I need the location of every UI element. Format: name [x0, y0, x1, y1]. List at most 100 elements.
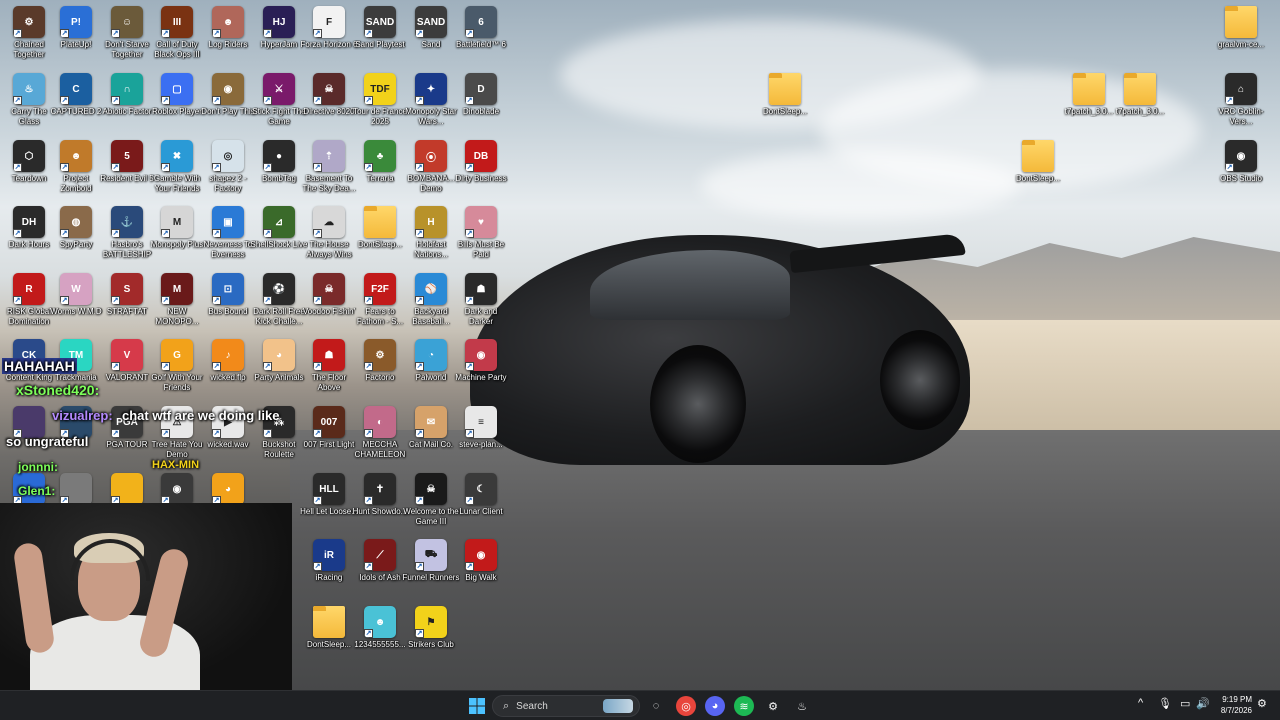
- steam-taskbar-button[interactable]: ♨: [792, 696, 812, 716]
- microphone-tray-button[interactable]: 🎙: [1158, 697, 1172, 710]
- desktop-icon[interactable]: TDF ↗ Tour de France 2025: [351, 73, 409, 139]
- desktop-icon[interactable]: DontSleep...: [300, 606, 358, 672]
- desktop-icon[interactable]: iR ↗ iRacing: [300, 539, 358, 605]
- desktop-icon[interactable]: ✖ ↗ Gamble With Your Friends: [148, 140, 206, 206]
- desktop-icon[interactable]: DontSleep...: [756, 73, 814, 139]
- chat-username: xStoned420:: [16, 382, 100, 398]
- desktop-icon[interactable]: ☻ ↗ 1234555555...: [351, 606, 409, 672]
- shortcut-arrow-icon: ↗: [13, 29, 22, 38]
- shortcut-arrow-icon: ↗: [263, 296, 272, 305]
- app-glyph-icon: ≡: [478, 416, 484, 428]
- start-button[interactable]: [467, 696, 487, 716]
- desktop-icon[interactable]: ☠ ↗ Directive 8020: [300, 73, 358, 139]
- desktop-icon[interactable]: ◎ ↗ shapez 2 - Factory: [199, 140, 257, 206]
- desktop-icon[interactable]: ☻ ↗ Project Zomboid: [47, 140, 105, 206]
- desktop-icon[interactable]: F2F ↗ Fears to Fathom - S...: [351, 273, 409, 339]
- desktop-icon-label: CAPTURED 2: [50, 107, 102, 116]
- spotify-taskbar-button[interactable]: ≋: [734, 696, 754, 716]
- desktop-icon-label: DontSleep...: [357, 240, 403, 249]
- notifications-button[interactable]: ⚙: [1257, 697, 1267, 710]
- desktop-icon-label: DontSleep...: [1015, 174, 1061, 183]
- desktop-icon[interactable]: graalvm-ce...: [1212, 6, 1270, 72]
- desktop-icon[interactable]: ⇡ ↗ Basement To The Sky Dea...: [300, 140, 358, 206]
- desktop-icon[interactable]: ✝ ↗ Hunt Showdo...: [351, 473, 409, 539]
- app-icon: ⚾ ↗: [415, 273, 447, 305]
- desktop-icon-label: Call of Duty Black Ops III: [154, 40, 200, 59]
- desktop-icon[interactable]: ⚑ ↗ Strikers Club: [402, 606, 460, 672]
- desktop-icon[interactable]: HLL ↗ Hell Let Loose...: [300, 473, 358, 539]
- discord-taskbar-button[interactable]: ◕: [705, 696, 725, 716]
- desktop-icon[interactable]: SAND ↗ Sand Playtest: [351, 6, 409, 72]
- app-icon: ♥ ↗: [465, 206, 497, 238]
- app-icon: ☠ ↗: [415, 473, 447, 505]
- search-box[interactable]: ⌕ Search: [492, 695, 640, 717]
- desktop-icon-label: shapez 2 - Factory: [209, 174, 247, 193]
- app-icon: ◔ ↗: [415, 339, 447, 371]
- desktop-icon[interactable]: ◐ ↗ MECCHA CHAMELEON: [351, 406, 409, 472]
- desktop-icon-label: Tour de France 2025: [353, 107, 407, 126]
- shortcut-arrow-icon: ↗: [415, 362, 424, 371]
- shortcut-arrow-icon: ↗: [465, 429, 474, 438]
- desktop-icon[interactable]: ⊡ ↗ Bus Bound: [199, 273, 257, 339]
- desktop-icon[interactable]: ☁ ↗ The House Always Wins: [300, 206, 358, 272]
- app-icon: ◉ ↗: [212, 73, 244, 105]
- app-glyph-icon: HJ: [272, 16, 286, 28]
- desktop-icon[interactable]: ⚙ ↗ Factorio: [351, 339, 409, 405]
- chrome-taskbar-button[interactable]: ◎: [676, 696, 696, 716]
- task-view-button[interactable]: ◌: [646, 696, 666, 716]
- chat-banner: HAHAHAH: [2, 358, 77, 374]
- desktop-icon[interactable]: ≡ ↗ steve-plan...: [452, 406, 510, 472]
- desktop-icon-label: Hell Let Loose...: [300, 507, 358, 516]
- desktop-icon[interactable]: ♥ ↗ Bills Must Be Paid: [452, 206, 510, 272]
- desktop-icon[interactable]: ☗ ↗ Dark and Darker: [452, 273, 510, 339]
- desktop-icon[interactable]: F ↗ Forza Horizon 6: [300, 6, 358, 72]
- shortcut-arrow-icon: ↗: [313, 296, 322, 305]
- desktop-icon[interactable]: t7patch_3.0...: [1111, 73, 1169, 139]
- app-glyph-icon: ☾: [476, 483, 486, 495]
- desktop-icon[interactable]: DB ↗ Dirty Business: [452, 140, 510, 206]
- desktop-icon-label: DontSleep...: [306, 640, 352, 649]
- desktop-icon[interactable]: ◉ ↗ Don't Play This: [199, 73, 257, 139]
- app-glyph-icon: ⇡: [324, 150, 334, 162]
- app-glyph-icon: ⚾: [424, 283, 438, 295]
- desktop-icon-label: Dirty Business: [455, 174, 507, 183]
- desktop-icon[interactable]: ♣ ↗ Terraria: [351, 140, 409, 206]
- desktop-icon[interactable]: C ↗ CAPTURED 2: [47, 73, 105, 139]
- desktop-icon[interactable]: ☠ ↗ Voodoo Fishin': [300, 273, 358, 339]
- desktop-icon[interactable]: 6 ↗ Battlefield™ 6: [452, 6, 510, 72]
- desktop-icon[interactable]: M ↗ NEW MONOPO...: [148, 273, 206, 339]
- volume-tray-button[interactable]: 🔊: [1196, 697, 1210, 710]
- desktop-icon[interactable]: ☻ ↗ Log Riders: [199, 6, 257, 72]
- desktop-icon[interactable]: M ↗ Monopoly Plus: [148, 206, 206, 272]
- desktop-icon[interactable]: t7patch_3.0...: [1060, 73, 1118, 139]
- app-icon: ⚙ ↗: [364, 339, 396, 371]
- desktop-icon[interactable]: ◉ ↗ OBS Studio: [1212, 140, 1270, 206]
- desktop-icon[interactable]: DontSleep...: [1009, 140, 1067, 206]
- gear-icon: ⚙: [768, 700, 778, 713]
- app-glyph-icon: ▢: [172, 83, 182, 95]
- shortcut-arrow-icon: ↗: [364, 163, 373, 172]
- desktop-icon[interactable]: ☾ ↗ Lunar Client: [452, 473, 510, 539]
- app-glyph-icon: ⌂: [1237, 83, 1245, 95]
- desktop-icon[interactable]: ⟋ ↗ Idols of Ash: [351, 539, 409, 605]
- settings-taskbar-button[interactable]: ⚙: [763, 696, 783, 716]
- desktop-icon[interactable]: ◉ ↗ Machine Party: [452, 339, 510, 405]
- shortcut-arrow-icon: ↗: [465, 296, 474, 305]
- desktop-icon[interactable]: ▢ ↗ Roblox Player: [148, 73, 206, 139]
- desktop-icon[interactable]: ⌂ ↗ VRC Goblin-Vers...: [1212, 73, 1270, 139]
- desktop-icon[interactable]: 007 ↗ 007 First Light: [300, 406, 358, 472]
- discord-icon: ◕: [711, 700, 719, 712]
- desktop-icon[interactable]: P! ↗ PlateUp!: [47, 6, 105, 72]
- desktop-icon-label: VRC Goblin-Vers...: [1218, 107, 1264, 126]
- desktop-icon[interactable]: ▣ ↗ Neverness To Everness: [199, 206, 257, 272]
- desktop-icon[interactable]: D ↗ Dinoblade: [452, 73, 510, 139]
- desktop-icon[interactable]: ◉ ↗ Big Walk: [452, 539, 510, 605]
- tray-overflow-button[interactable]: ^: [1138, 697, 1143, 709]
- desktop-icon[interactable]: W ↗ Worms W.M.D: [47, 273, 105, 339]
- clock[interactable]: 9:19 PM 8/7/2026: [1221, 694, 1252, 716]
- desktop-icon[interactable]: ◍ ↗ SpyParty: [47, 206, 105, 272]
- desktop-icon[interactable]: ☗ ↗ The Floor Above: [300, 339, 358, 405]
- desktop-icon[interactable]: III ↗ Call of Duty Black Ops III: [148, 6, 206, 72]
- network-tray-button[interactable]: ▭: [1180, 697, 1190, 710]
- desktop-icon[interactable]: DontSleep...: [351, 206, 409, 272]
